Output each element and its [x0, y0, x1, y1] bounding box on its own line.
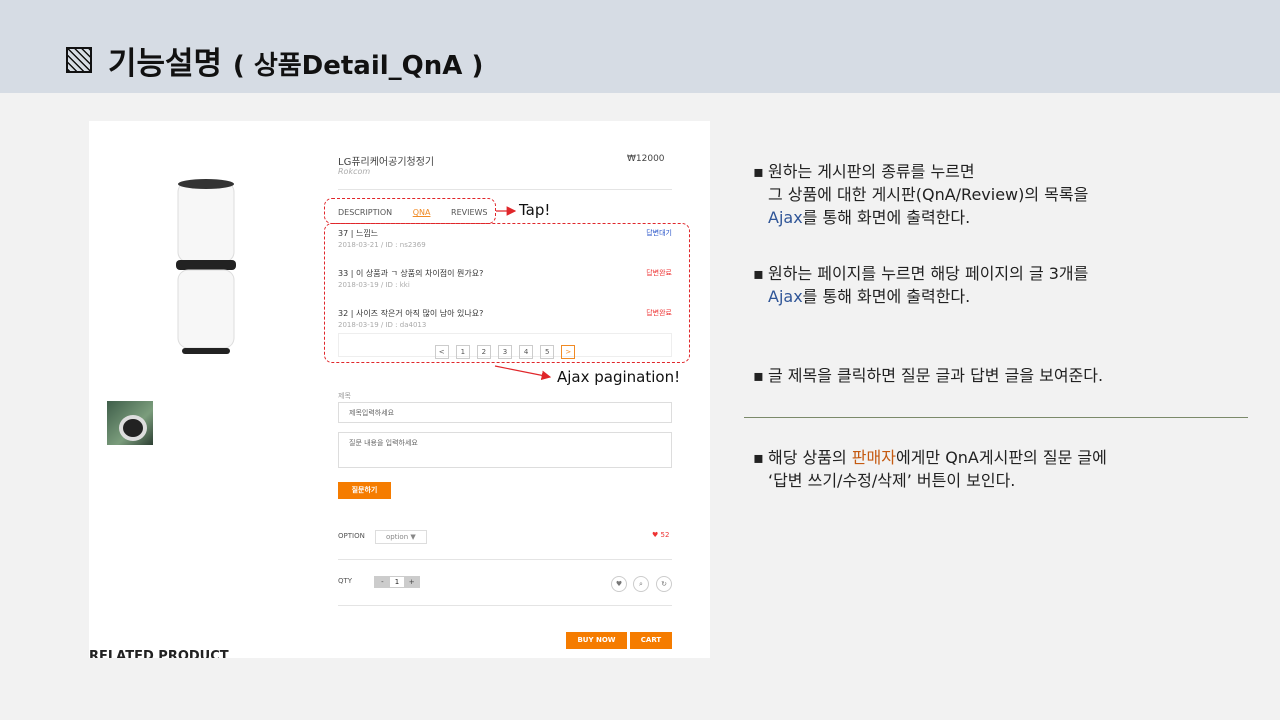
- bullet-square-icon: ▪: [753, 366, 764, 385]
- slide-header: 기능설명 ( 상품Detail_QnA ): [0, 0, 1280, 93]
- bullet-text: 원하는 페이지를 누르면 해당 페이지의 글 3개를: [768, 264, 1089, 283]
- product-thumbnail[interactable]: [107, 401, 153, 445]
- qty-label: QTY: [338, 577, 353, 585]
- quantity-stepper: - 1 +: [374, 576, 420, 588]
- bullet-pagination: ▪ 원하는 페이지를 누르면 해당 페이지의 글 3개를 Ajax를 통해 화면…: [753, 262, 1089, 308]
- bullet-text: 해당 상품의: [768, 448, 852, 467]
- bullet-text: 글 제목을 클릭하면 질문 글과 답변 글을 보여준다.: [768, 366, 1104, 385]
- bullet-square-icon: ▪: [753, 448, 764, 467]
- slide-title-main: 기능설명: [108, 46, 223, 82]
- qty-minus-button[interactable]: -: [375, 577, 390, 587]
- related-product-heading: RELATED PRODUCT: [89, 649, 229, 658]
- ask-question-button[interactable]: 질문하기: [338, 482, 391, 499]
- product-brand: Rokcom: [338, 167, 371, 176]
- bullet-seller-actions: ▪ 해당 상품의 판매자에게만 QnA게시판의 질문 글에 ‘답변 쓰기/수정/…: [753, 446, 1107, 492]
- like-count[interactable]: ♥ 52: [652, 531, 669, 539]
- search-icon[interactable]: ⌕: [633, 576, 649, 592]
- hatch-square-icon: [66, 47, 92, 73]
- qty-value[interactable]: 1: [390, 577, 405, 587]
- divider: [338, 605, 672, 606]
- bullet-view-post: ▪ 글 제목을 클릭하면 질문 글과 답변 글을 보여준다.: [753, 364, 1104, 387]
- title-input[interactable]: 제목입력하세요: [338, 402, 672, 423]
- tap-annotation: Tap!: [519, 201, 551, 219]
- product-price: ₩12000: [627, 154, 665, 164]
- content-textarea[interactable]: 질문 내용을 입력하세요: [338, 432, 672, 468]
- bullet-text: 원하는 게시판의 종류를 누르면: [768, 162, 975, 181]
- ajax-keyword: Ajax: [768, 208, 803, 227]
- product-name: LG퓨리케어공기청정기: [338, 157, 435, 168]
- divider: [338, 559, 672, 560]
- ajax-annotation: Ajax pagination!: [557, 368, 681, 386]
- cart-button[interactable]: CART: [630, 632, 672, 649]
- refresh-icon[interactable]: ↻: [656, 576, 672, 592]
- bullet-text: 를 통해 화면에 출력한다.: [802, 208, 971, 227]
- section-divider: [744, 417, 1248, 418]
- option-select[interactable]: option ▼: [375, 530, 427, 544]
- divider: [338, 189, 672, 190]
- form-title-label: 제목: [338, 392, 351, 400]
- air-purifier-image: [176, 179, 236, 354]
- option-label: OPTION: [338, 532, 365, 540]
- slide-title-sub: ( 상품Detail_QnA ): [232, 51, 484, 81]
- bullet-text: ‘답변 쓰기/수정/삭제’ 버튼이 보인다.: [768, 471, 1016, 490]
- bullet-board-type: ▪ 원하는 게시판의 종류를 누르면 그 상품에 대한 게시판(QnA/Revi…: [753, 160, 1089, 229]
- bullet-square-icon: ▪: [753, 162, 764, 181]
- tab-highlight-box: [324, 198, 496, 224]
- qty-plus-button[interactable]: +: [404, 577, 420, 587]
- bullet-text: 를 통해 화면에 출력한다.: [802, 287, 971, 306]
- ajax-keyword: Ajax: [768, 287, 803, 306]
- buy-now-button[interactable]: BUY NOW: [566, 632, 627, 649]
- bullet-text: 에게만 QnA게시판의 질문 글에: [895, 448, 1107, 467]
- qna-list-highlight-box: [324, 223, 690, 363]
- bullet-square-icon: ▪: [753, 264, 764, 283]
- slide-title: 기능설명 ( 상품Detail_QnA ): [108, 38, 483, 83]
- seller-keyword: 판매자: [851, 448, 896, 467]
- heart-icon[interactable]: ♥: [611, 576, 627, 592]
- bullet-text: 그 상품에 대한 게시판(QnA/Review)의 목록을: [768, 185, 1089, 204]
